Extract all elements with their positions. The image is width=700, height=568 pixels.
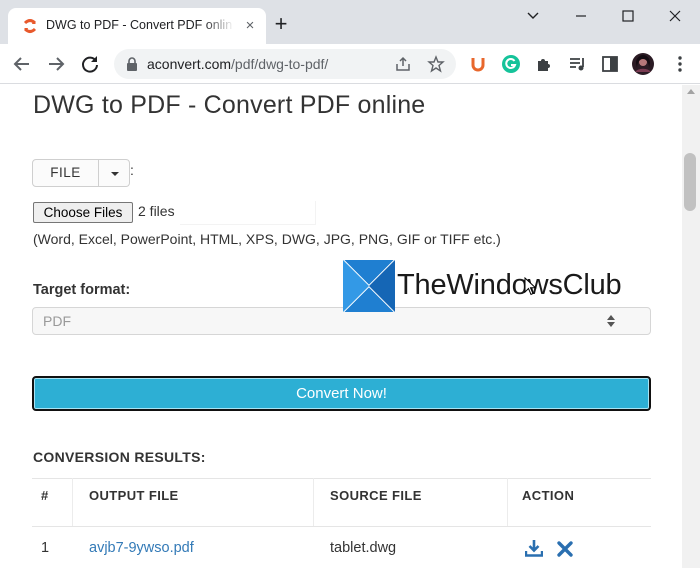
url-host: aconvert.com (147, 56, 232, 72)
browser-tab[interactable]: DWG to PDF - Convert PDF online - aconve… (8, 8, 266, 44)
table-top-border (32, 478, 651, 479)
source-type-dropdown[interactable]: FILE (32, 159, 130, 187)
source-dropdown-toggle[interactable] (98, 159, 130, 187)
tab-strip: DWG to PDF - Convert PDF online - aconve… (0, 0, 700, 44)
download-icon[interactable] (525, 539, 543, 557)
select-arrows-icon (607, 315, 615, 327)
tab-close-icon[interactable]: × (242, 18, 258, 34)
ublock-icon[interactable] (468, 54, 488, 74)
target-format-value: PDF (43, 313, 71, 329)
maximize-icon[interactable] (605, 4, 651, 28)
source-colon: : (130, 162, 134, 178)
column-divider (72, 478, 73, 526)
header-action: ACTION (522, 488, 575, 503)
aconvert-favicon-icon (23, 19, 37, 33)
header-output-file: OUTPUT FILE (89, 488, 179, 503)
address-bar[interactable]: aconvert.com/pdf/dwg-to-pdf/ (114, 49, 456, 79)
file-input-frame (180, 201, 316, 225)
more-menu-icon[interactable] (670, 54, 690, 74)
column-divider (507, 478, 508, 526)
scroll-up-arrow-icon[interactable] (687, 89, 695, 94)
media-control-icon[interactable] (567, 54, 587, 74)
output-file-link[interactable]: avjb7-9ywso.pdf (89, 540, 194, 556)
url-path: /pdf/dwg-to-pdf/ (231, 56, 329, 72)
target-format-label: Target format: (33, 282, 131, 298)
page-title: DWG to PDF - Convert PDF online (33, 91, 426, 119)
source-file-name: tablet.dwg (330, 540, 397, 556)
page-scrollbar[interactable] (682, 85, 700, 568)
delete-icon[interactable] (556, 540, 574, 558)
bookmark-star-icon[interactable] (427, 55, 445, 73)
new-tab-button[interactable]: + (271, 13, 291, 35)
grammarly-icon[interactable] (501, 54, 521, 74)
lock-icon[interactable] (126, 57, 138, 71)
header-index: # (41, 488, 49, 503)
browser-toolbar: aconvert.com/pdf/dwg-to-pdf/ (0, 44, 700, 84)
caret-down-icon (111, 172, 119, 176)
close-window-icon[interactable] (652, 4, 698, 28)
table-header-border (32, 526, 651, 527)
tab-search-chevron-icon[interactable] (510, 4, 556, 28)
profile-avatar[interactable] (632, 53, 654, 75)
tab-title-fade (204, 14, 234, 36)
chosen-files-status: 2 files (138, 203, 175, 219)
thewindowsclub-watermark: TheWindowsClub (343, 260, 643, 312)
choose-files-button[interactable]: Choose Files (33, 202, 133, 223)
supported-formats-text: (Word, Excel, PowerPoint, HTML, XPS, DWG… (33, 231, 501, 247)
column-divider (313, 478, 314, 526)
reload-icon[interactable] (78, 52, 102, 76)
watermark-text: TheWindowsClub (397, 269, 622, 301)
page-content: DWG to PDF - Convert PDF online FILE : C… (0, 85, 682, 568)
extensions-puzzle-icon[interactable] (534, 54, 554, 74)
forward-arrow-icon[interactable] (44, 52, 68, 76)
conversion-results-heading: CONVERSION RESULTS: (33, 449, 206, 465)
mouse-cursor-icon (524, 277, 537, 296)
file-source-button[interactable]: FILE (32, 159, 99, 187)
side-panel-icon[interactable] (600, 54, 620, 74)
convert-now-button[interactable]: Convert Now! (32, 376, 651, 411)
scrollbar-thumb[interactable] (684, 153, 696, 211)
share-icon[interactable] (394, 55, 412, 73)
back-arrow-icon[interactable] (10, 52, 34, 76)
minimize-icon[interactable] (558, 4, 604, 28)
header-source-file: SOURCE FILE (330, 488, 422, 503)
row-index: 1 (41, 540, 50, 556)
url-text[interactable]: aconvert.com/pdf/dwg-to-pdf/ (147, 56, 328, 72)
thewindowsclub-logo-icon (343, 260, 395, 312)
